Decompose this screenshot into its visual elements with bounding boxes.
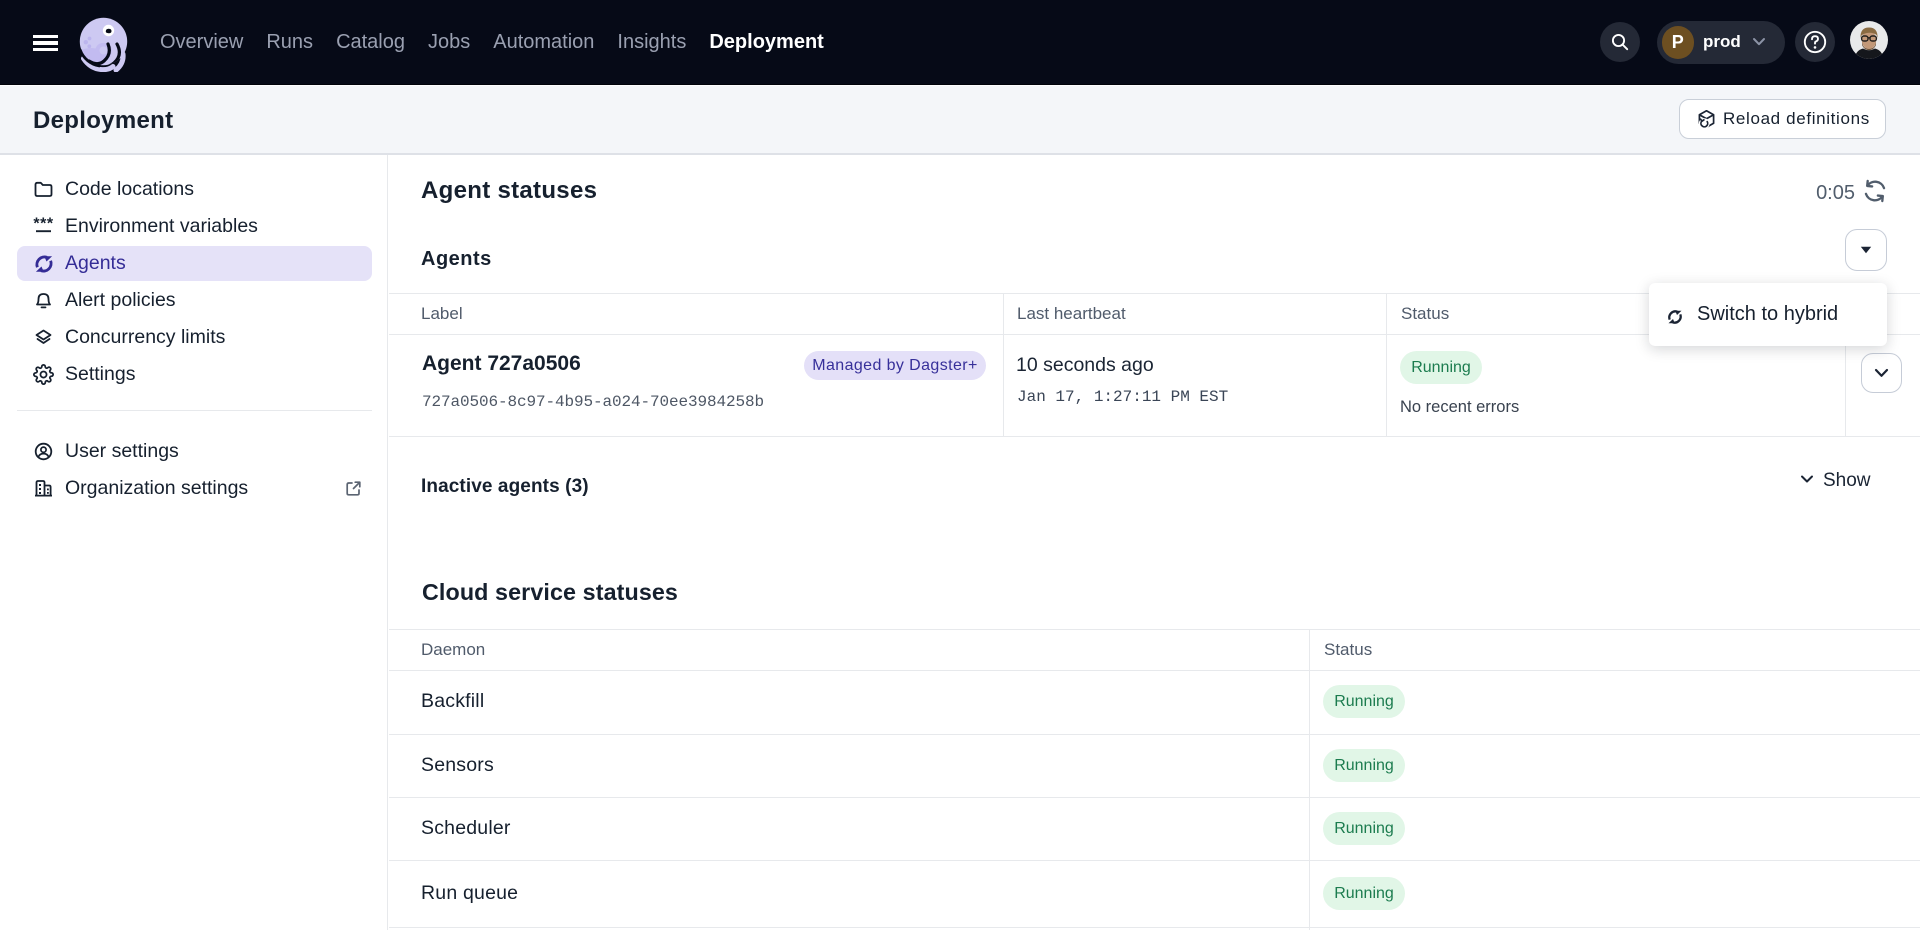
svg-text:***: *** [33,216,53,233]
